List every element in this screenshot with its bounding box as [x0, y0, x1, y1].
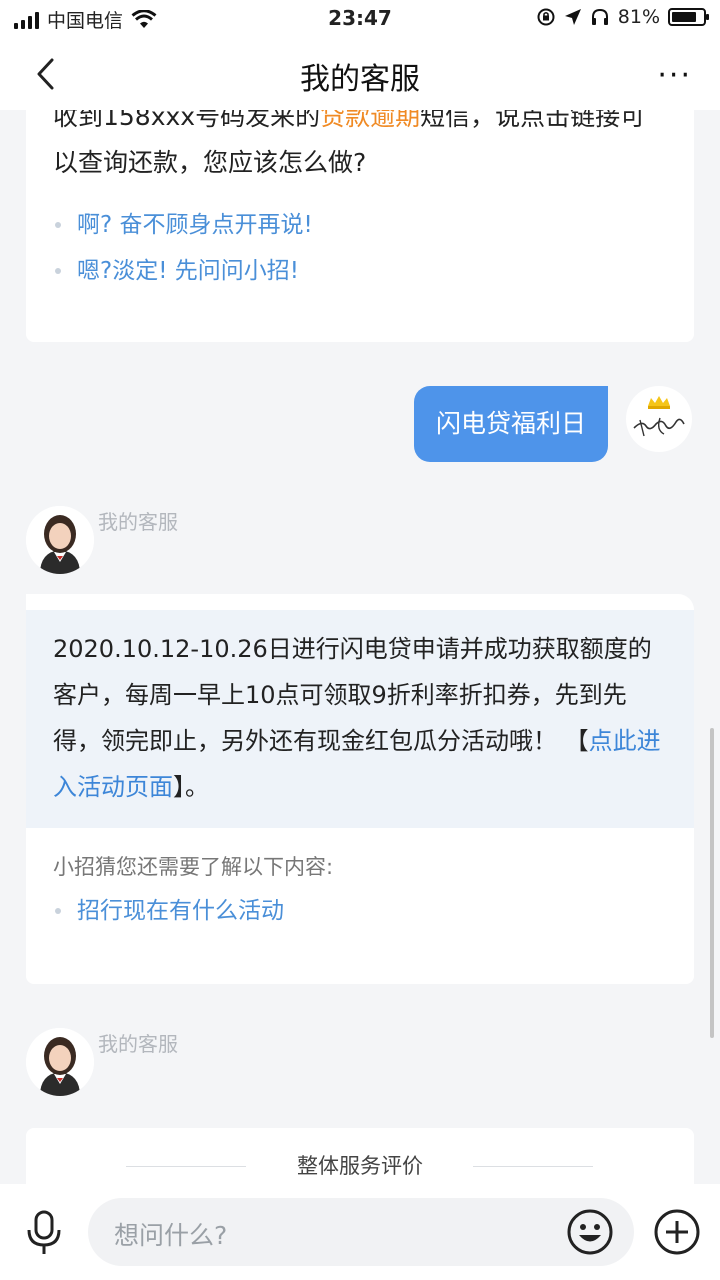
header: 我的客服 ··· — [0, 38, 720, 110]
page-title: 我的客服 — [300, 62, 420, 97]
message-input[interactable]: 想问什么? — [88, 1198, 634, 1266]
battery-icon — [668, 8, 709, 26]
answer-text-part: 】。 — [173, 773, 209, 801]
agent-avatar[interactable] — [26, 506, 94, 574]
suggestion-item[interactable]: 招行现在有什么活动 — [53, 888, 667, 934]
battery-percent: 81% — [617, 6, 660, 28]
agent-avatar[interactable] — [26, 1028, 94, 1096]
option-item[interactable]: 嗯?淡定! 先问问小招! — [53, 248, 667, 294]
plus-circle-icon[interactable] — [653, 1208, 701, 1256]
divider — [473, 1166, 593, 1167]
user-avatar[interactable] — [626, 386, 692, 452]
question-card: 收到158xxx号码发来的贷款逾期短信，说点击链接可以查询还款，您应该怎么做? … — [26, 110, 694, 342]
answer-text-part: 2020.10.12-10.26日进行闪电贷申请并成功获取额度的客户，每周一早上… — [53, 635, 652, 755]
smiley-icon[interactable] — [566, 1208, 614, 1256]
agent-name: 我的客服 — [98, 510, 178, 534]
input-placeholder: 想问什么? — [114, 1221, 228, 1250]
headphones-icon — [591, 8, 608, 25]
chat-area[interactable]: 收到158xxx号码发来的贷款逾期短信，说点击链接可以查询还款，您应该怎么做? … — [0, 110, 720, 1184]
location-icon — [564, 9, 581, 25]
input-bar: 想问什么? — [0, 1184, 720, 1280]
option-list: 啊? 奋不顾身点开再说! 嗯?淡定! 先问问小招! — [53, 202, 667, 294]
question-highlight: 贷款逾期 — [320, 110, 421, 131]
orientation-lock-icon — [537, 8, 555, 26]
status-bar: 中国电信 23:47 81% — [0, 0, 720, 38]
question-text: 收到158xxx号码发来的贷款逾期短信，说点击链接可以查询还款，您应该怎么做? — [53, 110, 667, 186]
more-icon[interactable]: ··· — [657, 58, 692, 93]
signature-avatar-icon — [633, 396, 685, 437]
agent-photo-icon — [26, 506, 94, 574]
microphone-icon[interactable] — [24, 1210, 64, 1256]
scrollbar[interactable] — [710, 728, 714, 1038]
agent-photo-icon — [26, 1028, 94, 1096]
suggestion-title: 小招猜您还需要了解以下内容: — [53, 855, 334, 879]
option-item[interactable]: 啊? 奋不顾身点开再说! — [53, 202, 667, 248]
rating-title: 整体服务评价 — [297, 1154, 423, 1178]
answer-text: 2020.10.12-10.26日进行闪电贷申请并成功获取额度的客户，每周一早上… — [26, 610, 694, 828]
suggestion-section: 小招猜您还需要了解以下内容: 招行现在有什么活动 — [26, 828, 694, 934]
user-message-bubble[interactable]: 闪电贷福利日 — [413, 386, 608, 462]
agent-name: 我的客服 — [98, 1032, 178, 1056]
battery-level — [672, 12, 697, 22]
question-text-part: 收到158xxx号码发来的 — [53, 110, 321, 131]
answer-card: 2020.10.12-10.26日进行闪电贷申请并成功获取额度的客户，每周一早上… — [26, 594, 694, 984]
rating-card: 整体服务评价 — [26, 1128, 694, 1184]
status-right: 81% — [536, 6, 709, 28]
